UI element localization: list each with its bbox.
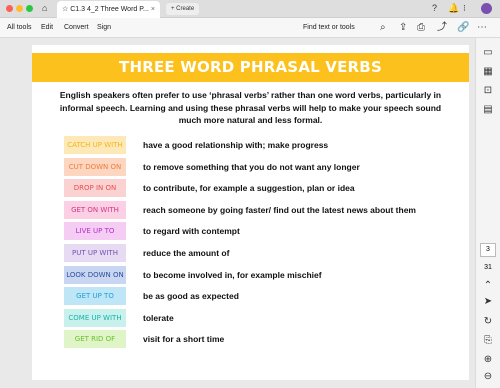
organize-icon[interactable]: ▤ [481,104,495,116]
home-icon[interactable]: ⌂ [42,2,47,15]
verb-row: CUT DOWN ON to remove something that you … [32,157,469,178]
zoom-in-icon[interactable]: ⊕ [481,354,495,366]
phrase-chip: COME UP WITH [64,308,126,327]
phrase-chip: GET ON WITH [64,200,126,219]
phrase-chip: GET UP TO [64,287,126,306]
right-sidebar: ▭ ▦ ⊡ ▤ 3 31 ⌃ ➤ ↻ ⎘ ⊕ ⊖ [475,38,500,388]
document-tab[interactable]: ☆ C1.3 4_2 Three Word P... × [57,1,160,18]
definition-text: visit for a short time [143,334,225,345]
menu-edit[interactable]: Edit [41,18,53,38]
phrase-chip: LIVE UP TO [64,222,126,241]
window-close-button[interactable] [6,5,13,12]
definition-text: be as good as expected [143,291,239,302]
phrase-chip: LOOK DOWN ON [64,265,126,284]
avatar[interactable] [481,3,492,14]
definition-text: to contribute, for example a suggestion,… [143,183,355,194]
help-icon[interactable]: ? [432,2,437,15]
find-text-or-tools[interactable]: Find text or tools [303,18,355,38]
print-icon[interactable]: ⎙ [417,21,425,35]
verb-row: LIVE UP TO to regard with contempt [32,222,469,242]
page-title: THREE WORD PHRASAL VERBS [32,53,469,82]
apps-grid-icon[interactable]: ⁝ [463,2,466,15]
refresh-icon[interactable]: ↻ [481,316,495,328]
menu-sign[interactable]: Sign [97,18,111,38]
window-zoom-button[interactable] [26,5,33,12]
star-icon[interactable]: ☆ [62,6,68,13]
verb-row: COME UP WITH tolerate [32,308,469,329]
app-toolbar: All tools Edit Convert Sign Find text or… [0,18,500,38]
definition-text: tolerate [143,312,174,323]
phrase-chip: CUT DOWN ON [64,157,126,176]
phrase-chip: GET RID OF [64,330,126,349]
thumbnails-icon[interactable]: ▦ [481,66,495,78]
verb-row: GET UP TO be as good as expected [32,287,469,307]
tab-close-icon[interactable]: × [151,1,155,18]
more-icon[interactable]: ⋯ [477,21,487,35]
comment-icon[interactable]: ▭ [481,47,495,59]
phrase-chip: DROP IN ON [64,179,126,198]
menu-all-tools[interactable]: All tools [7,18,32,38]
definition-text: reach someone by going faster/ find out … [143,204,416,215]
verb-row: LOOK DOWN ON to become involved in, for e… [32,265,469,286]
verb-row: CATCH UP WITH have a good relationship wi… [32,136,469,156]
phrase-chip: PUT UP WITH [64,244,126,262]
document-page: THREE WORD PHRASAL VERBS English speaker… [32,45,469,380]
verb-row: DROP IN ON to contribute, for example a s… [32,179,469,199]
tab-title: C1.3 4_2 Three Word P... [70,6,149,13]
link-icon[interactable]: 🔗 [457,21,469,35]
upload-icon[interactable]: ⇪ [399,21,407,35]
tab-bar: ⌂ ☆ C1.3 4_2 Three Word P... × + Create … [0,0,500,18]
notifications-icon[interactable]: 🔔 [448,2,459,15]
menu-convert[interactable]: Convert [64,18,89,38]
window-minimize-button[interactable] [16,5,23,12]
verb-row: GET RID OF visit for a short time [32,330,469,350]
definition-text: to remove something that you do not want… [143,161,360,172]
definition-text: reduce the amount of [143,248,230,258]
definition-text: to become involved in, for example misch… [143,269,322,280]
intro-paragraph: English speakers often prefer to use ‘ph… [59,90,442,125]
bookmark-icon[interactable]: ⊡ [481,85,495,97]
verb-row: GET ON WITH reach someone by going faster… [32,200,469,221]
current-page-input[interactable]: 3 [480,243,496,257]
share-icon[interactable]: ⤴ [437,21,447,35]
chevron-up-icon[interactable]: ⌃ [481,280,495,292]
phrase-chip: CATCH UP WITH [64,136,126,154]
zoom-out-icon[interactable]: ⊖ [481,371,495,383]
create-button[interactable]: + Create [166,3,200,15]
document-icon[interactable]: ⎘ [481,335,495,347]
search-icon[interactable]: ⌕ [380,21,386,35]
definition-text: have a good relationship with; make prog… [143,140,329,150]
select-cursor-icon[interactable]: ➤ [481,296,495,308]
definition-text: to regard with contempt [143,226,240,237]
verb-row: PUT UP WITH reduce the amount of [32,244,469,264]
total-pages: 31 [484,264,492,271]
